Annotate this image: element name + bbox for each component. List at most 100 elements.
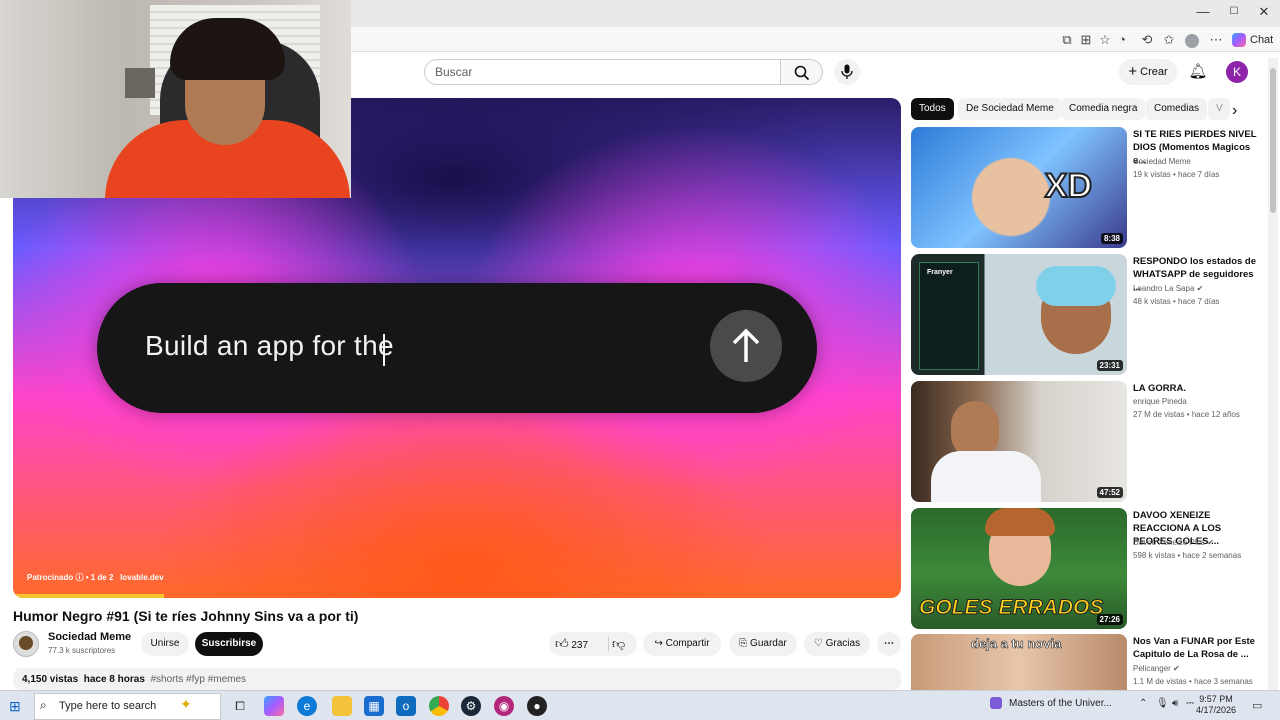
video-duration: 23:31 [1096, 360, 1123, 371]
phone-screenshot [919, 262, 979, 370]
video-title[interactable]: Nos Van a FUNAR por Este Capitulo de La … [1133, 635, 1259, 661]
video-duration: 27:26 [1096, 614, 1123, 625]
volume-icon[interactable]: 🔊︎ [1172, 698, 1178, 709]
recommendation-item[interactable]: 47:52 LA GORRA. enrique Pineda 27 M de v… [911, 381, 1261, 502]
steam-icon[interactable]: ⚙ [461, 696, 481, 716]
thanks-button[interactable]: ♡ Gracias [804, 632, 870, 656]
view-count: 4,150 vistas [22, 674, 79, 685]
voice-search-button[interactable] [834, 59, 860, 85]
video-thumbnail[interactable]: 47:52 [911, 381, 1127, 502]
minimize-button[interactable]: — [1193, 4, 1213, 19]
windows-start-icon[interactable]: ⊞ [9, 698, 21, 715]
notifications-bell-icon[interactable]: 🔔︎ [1187, 61, 1209, 83]
views: 27 M de vistas [1133, 410, 1185, 419]
video-title[interactable]: LA GORRA. [1133, 382, 1259, 395]
thumbs-up-icon: 👍︎ [555, 636, 569, 651]
task-view-icon[interactable]: ⧠ [230, 696, 250, 716]
channel-name[interactable]: Sociedad Meme [48, 631, 131, 643]
media-app-icon[interactable] [990, 697, 1002, 709]
obs-icon[interactable]: ● [527, 696, 547, 716]
views: 1.1 M de vistas [1133, 677, 1187, 686]
chip-todos[interactable]: Todos [911, 98, 954, 120]
ad-site-link[interactable]: lovable.dev [120, 573, 164, 582]
video-meta: 19 k vistas • hace 7 días [1133, 170, 1220, 179]
browser-essentials-icon[interactable]: ⟲ [1138, 31, 1156, 49]
network-icon[interactable]: ⎓ [1186, 698, 1194, 709]
channel-name[interactable]: Pelicanger ✔︎ [1133, 664, 1180, 673]
video-title: Humor Negro #91 (Si te ríes Johnny Sins … [13, 608, 359, 624]
video-thumbnail[interactable]: GOLES ERRADOS 27:26 [911, 508, 1127, 629]
thumbnail-text: GOLES ERRADOS [918, 596, 1104, 620]
join-button[interactable]: Unirse [141, 632, 189, 656]
video-meta: 27 M de vistas • hace 12 años [1133, 410, 1240, 419]
notification-center-icon[interactable]: ▭ [1252, 699, 1262, 712]
thanks-icon: ♡ [813, 638, 823, 649]
save-label: Guardar [750, 638, 787, 649]
search-input[interactable]: Buscar [424, 59, 781, 85]
create-button[interactable]: + Crear [1119, 59, 1177, 85]
recommendation-item[interactable]: GOLES ERRADOS 27:26 DAVOO XENEIZE REACCI… [911, 508, 1261, 629]
clock-date: 4/17/2026 [1196, 705, 1237, 715]
account-avatar[interactable]: K [1226, 61, 1248, 83]
chip-dark-comedy[interactable]: Comedia negra [1061, 98, 1146, 120]
favorites-icon[interactable]: ✩ [1160, 31, 1178, 49]
recommendation-item[interactable]: Franyer 23:31 RESPONDO los estados de WH… [911, 254, 1261, 375]
video-thumbnail[interactable]: Franyer 23:31 [911, 254, 1127, 375]
description-box[interactable]: 4,150 vistas hace 8 horas #shorts #fyp #… [13, 668, 901, 690]
microphone-icon[interactable]: 🎙︎ [1156, 698, 1169, 709]
subscribe-button[interactable]: Suscribirse [195, 632, 263, 656]
profile-icon[interactable] [1183, 31, 1201, 49]
close-button[interactable]: ✕ [1254, 4, 1274, 20]
copilot-icon[interactable] [264, 696, 284, 716]
maximize-button[interactable]: ☐ [1224, 6, 1244, 17]
translate-icon[interactable]: ⧉ [1058, 31, 1076, 49]
arrow-up-icon [732, 328, 760, 362]
taskbar-search-input[interactable]: Type here to search [34, 693, 221, 720]
plus-icon: + [1128, 63, 1138, 80]
tray-chevron-icon[interactable]: ⌃ [1139, 698, 1147, 709]
age: hace 7 días [1178, 170, 1220, 179]
channel-name[interactable]: Leandro La Sapa ✔︎ [1133, 284, 1203, 293]
copilot-chat-button[interactable]: Chat [1232, 31, 1273, 49]
chip-partial[interactable]: V [1208, 98, 1230, 120]
discord-icon[interactable]: ◉ [494, 696, 514, 716]
dislike-button[interactable]: 👎︎ [612, 632, 625, 658]
more-icon[interactable]: ⋯ [1207, 31, 1225, 49]
media-title[interactable]: Masters of the Univer... [1009, 698, 1112, 709]
scrollbar-thumb[interactable] [1270, 68, 1276, 213]
taskbar-clock[interactable]: 9:57 PM 4/17/2026 [1196, 694, 1236, 716]
more-actions-button[interactable]: ⋯ [877, 632, 901, 656]
info-icon[interactable]: ⓘ [75, 573, 83, 582]
chip-comedies[interactable]: Comedias [1146, 98, 1208, 120]
favorite-star-icon[interactable]: ☆ [1096, 31, 1114, 49]
outlook-icon[interactable]: o [396, 696, 416, 716]
chip-channel[interactable]: De Sociedad Meme [958, 98, 1062, 120]
video-thumbnail[interactable]: XD 8:38 [911, 127, 1127, 248]
ad-progress-bar[interactable] [13, 594, 164, 598]
save-button[interactable]: ⎘ Guardar [729, 632, 797, 656]
video-meta: 1.1 M de vistas • hace 3 semanas [1133, 677, 1253, 686]
file-explorer-icon[interactable] [332, 696, 352, 716]
channel-name[interactable]: enrique Pineda [1133, 397, 1187, 406]
channel-name[interactable]: Sociedad Meme [1133, 157, 1191, 166]
channel-avatar[interactable] [13, 631, 39, 657]
hashtags[interactable]: #shorts #fyp #memes [150, 674, 246, 685]
like-button[interactable]: 👍︎ 237 [555, 636, 588, 651]
recommendation-item[interactable]: XD 8:38 SI TE RIES PIERDES NIVEL DIOS (M… [911, 127, 1261, 248]
store-icon[interactable]: ▦ [364, 696, 384, 716]
recommendation-item[interactable]: deja a tu novia Nos Van a FUNAR por Este… [911, 634, 1261, 690]
share-icon: ↪ [654, 638, 663, 649]
webcam-overlay [0, 0, 351, 198]
ad-info[interactable]: Patrocinado ⓘ • 1 de 2 lovable.dev [27, 572, 164, 583]
video-meta: 598 k vistas • hace 2 semanas [1133, 551, 1242, 560]
share-button[interactable]: ↪ Compartir [643, 632, 721, 656]
search-button[interactable] [781, 59, 823, 85]
notification-icon[interactable]: ◔ [1113, 31, 1131, 49]
channel-name[interactable]: Davoo Xeneize Plus ✔︎ [1133, 538, 1214, 547]
extensions-icon[interactable]: ⊞ [1077, 31, 1095, 49]
person-shirt [931, 451, 1041, 502]
edge-icon[interactable]: e [297, 696, 317, 716]
chevron-right-icon[interactable]: › [1232, 102, 1237, 120]
chrome-icon[interactable] [429, 696, 449, 716]
video-thumbnail[interactable]: deja a tu novia [911, 634, 1127, 690]
